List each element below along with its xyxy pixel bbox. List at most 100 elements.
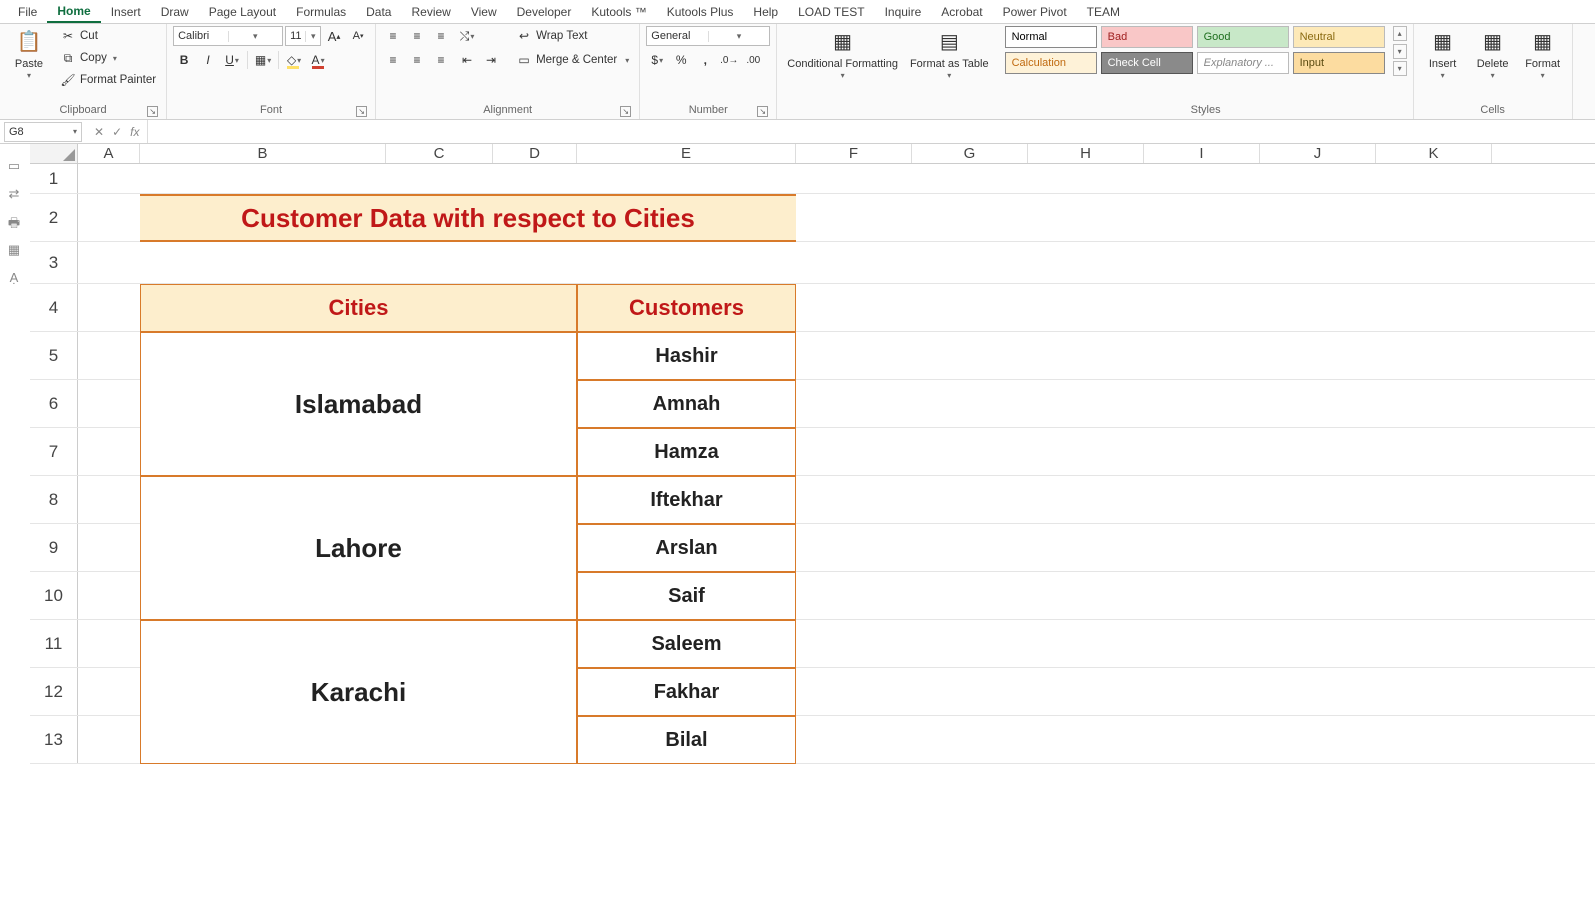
cell-J5[interactable] [1260, 332, 1376, 379]
cell-J9[interactable] [1260, 524, 1376, 571]
col-header-F[interactable]: F [796, 144, 912, 163]
comma-icon[interactable]: , [694, 50, 716, 70]
cell-C12[interactable] [386, 668, 493, 715]
customer-saif[interactable]: Saif [577, 572, 796, 620]
cell-E10[interactable]: Saif [577, 572, 796, 619]
cell-H7[interactable] [1028, 428, 1144, 475]
cell-B8[interactable]: Lahore [140, 476, 386, 523]
cell-E13[interactable]: Bilal [577, 716, 796, 763]
font-size-combo[interactable]: 11▾ [285, 26, 321, 46]
cell-E1[interactable] [577, 164, 796, 193]
cell-D10[interactable] [493, 572, 577, 619]
tab-load-test[interactable]: LOAD TEST [788, 2, 874, 22]
row-header-6[interactable]: 6 [30, 380, 78, 427]
conditional-formatting-button[interactable]: ▦ Conditional Formatting▾ [783, 26, 902, 83]
merge-center-button[interactable]: ▭Merge & Center▾ [512, 50, 633, 70]
cell-H12[interactable] [1028, 668, 1144, 715]
cell-I11[interactable] [1144, 620, 1260, 667]
cell-K12[interactable] [1376, 668, 1492, 715]
cell-E8[interactable]: Iftekhar [577, 476, 796, 523]
cell-C11[interactable] [386, 620, 493, 667]
cell-D13[interactable] [493, 716, 577, 763]
tab-home[interactable]: Home [47, 1, 100, 23]
cell-A1[interactable] [78, 164, 140, 193]
cell-F12[interactable] [796, 668, 912, 715]
quick-icon-4[interactable]: ▦ [5, 242, 23, 260]
cell-E12[interactable]: Fakhar [577, 668, 796, 715]
align-center-icon[interactable]: ≡ [406, 50, 428, 70]
cell-B11[interactable]: Karachi [140, 620, 386, 667]
cell-A2[interactable] [78, 194, 140, 241]
customer-fakhar[interactable]: Fakhar [577, 668, 796, 716]
col-header-B[interactable]: B [140, 144, 386, 163]
col-header-H[interactable]: H [1028, 144, 1144, 163]
font-name-combo[interactable]: Calibri▾ [173, 26, 283, 46]
font-launcher[interactable]: ↘ [356, 106, 367, 117]
decrease-decimal-icon[interactable]: .00 [742, 50, 764, 70]
insert-cells-button[interactable]: ▦Insert▾ [1420, 26, 1466, 83]
cell-E7[interactable]: Hamza [577, 428, 796, 475]
tab-team[interactable]: TEAM [1077, 2, 1130, 22]
style-neutral[interactable]: Neutral [1293, 26, 1385, 48]
tab-kutools-[interactable]: Kutools ™ [581, 2, 656, 22]
cell-styles-gallery[interactable]: NormalBadGoodNeutralCalculationCheck Cel… [1005, 26, 1387, 76]
cell-E4[interactable]: Customers [577, 284, 796, 331]
format-as-table-button[interactable]: ▤ Format as Table▾ [906, 26, 993, 83]
format-painter-button[interactable]: 🖌Format Painter [56, 70, 160, 90]
cell-A12[interactable] [78, 668, 140, 715]
row-header-12[interactable]: 12 [30, 668, 78, 715]
customer-amnah[interactable]: Amnah [577, 380, 796, 428]
paste-button[interactable]: 📋 Paste ▾ [6, 26, 52, 83]
cell-C2[interactable] [386, 194, 493, 241]
cell-G12[interactable] [912, 668, 1028, 715]
cell-F8[interactable] [796, 476, 912, 523]
cell-K2[interactable] [1376, 194, 1492, 241]
cell-F9[interactable] [796, 524, 912, 571]
font-color-icon[interactable]: A [307, 50, 329, 70]
format-cells-button[interactable]: ▦Format▾ [1520, 26, 1566, 83]
style-normal[interactable]: Normal [1005, 26, 1097, 48]
cell-E2[interactable] [577, 194, 796, 241]
cell-B5[interactable]: Islamabad [140, 332, 386, 379]
select-all-corner[interactable] [30, 144, 78, 163]
cell-K10[interactable] [1376, 572, 1492, 619]
cell-I12[interactable] [1144, 668, 1260, 715]
col-header-A[interactable]: A [78, 144, 140, 163]
cell-K8[interactable] [1376, 476, 1492, 523]
tab-power-pivot[interactable]: Power Pivot [993, 2, 1077, 22]
cell-B9[interactable] [140, 524, 386, 571]
tab-review[interactable]: Review [401, 2, 460, 22]
cell-K6[interactable] [1376, 380, 1492, 427]
customer-arslan[interactable]: Arslan [577, 524, 796, 572]
quick-icon-3[interactable]: 🖶 [5, 214, 23, 232]
align-left-icon[interactable]: ≡ [382, 50, 404, 70]
style-good[interactable]: Good [1197, 26, 1289, 48]
cell-F10[interactable] [796, 572, 912, 619]
cell-C4[interactable] [386, 284, 493, 331]
align-middle-icon[interactable]: ≡ [406, 26, 428, 46]
tab-page-layout[interactable]: Page Layout [199, 2, 286, 22]
cell-I6[interactable] [1144, 380, 1260, 427]
customer-hashir[interactable]: Hashir [577, 332, 796, 380]
header-customers[interactable]: Customers [577, 284, 796, 332]
cell-D1[interactable] [493, 164, 577, 193]
cell-F1[interactable] [796, 164, 912, 193]
cell-I13[interactable] [1144, 716, 1260, 763]
cell-G9[interactable] [912, 524, 1028, 571]
tab-insert[interactable]: Insert [101, 2, 151, 22]
tab-data[interactable]: Data [356, 2, 401, 22]
cell-D5[interactable] [493, 332, 577, 379]
align-bottom-icon[interactable]: ≡ [430, 26, 452, 46]
copy-button[interactable]: ⧉Copy▾ [56, 48, 160, 68]
cell-C1[interactable] [386, 164, 493, 193]
cell-D12[interactable] [493, 668, 577, 715]
row-header-9[interactable]: 9 [30, 524, 78, 571]
decrease-font-icon[interactable]: A▾ [347, 26, 369, 46]
cell-D6[interactable] [493, 380, 577, 427]
quick-icon-1[interactable]: ▭ [5, 158, 23, 176]
cell-C6[interactable] [386, 380, 493, 427]
style-check-cell[interactable]: Check Cell [1101, 52, 1193, 74]
styles-scroll[interactable]: ▴▾▾ [1393, 26, 1407, 76]
cell-F11[interactable] [796, 620, 912, 667]
italic-icon[interactable]: I [197, 50, 219, 70]
